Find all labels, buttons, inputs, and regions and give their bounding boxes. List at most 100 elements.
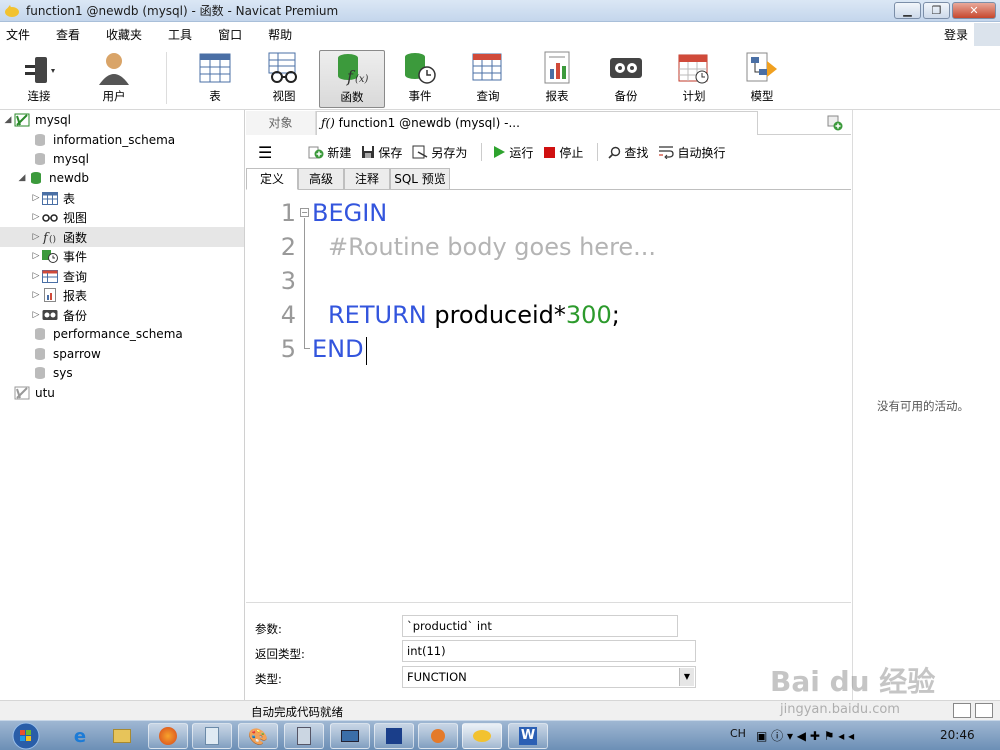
tree-node-mysql-db[interactable]: mysql bbox=[0, 149, 244, 169]
word-wrap-button[interactable]: 自动换行 bbox=[658, 144, 725, 161]
tree-node-backups[interactable]: ▷ 备份 bbox=[0, 305, 244, 325]
save-button[interactable]: 保存 bbox=[361, 144, 402, 161]
fold-marker-icon[interactable]: − bbox=[300, 208, 309, 217]
navigation-tree: ◢ mysql information_schema mysql ◢ newdb… bbox=[0, 110, 245, 700]
layout-split-button[interactable] bbox=[953, 703, 971, 718]
stop-button[interactable]: 停止 bbox=[543, 144, 583, 161]
taskbar-navicat[interactable] bbox=[462, 723, 502, 749]
view-icon bbox=[42, 210, 58, 224]
chevron-down-icon[interactable]: ▼ bbox=[679, 668, 694, 686]
taskbar-calculator[interactable] bbox=[284, 723, 324, 749]
taskbar-app-3[interactable] bbox=[418, 723, 458, 749]
search-icon bbox=[608, 146, 621, 159]
tree-node-performance-schema[interactable]: performance_schema bbox=[0, 324, 244, 344]
toolbar-separator bbox=[597, 143, 599, 161]
toolbar-connect-button[interactable]: 连接 bbox=[6, 50, 72, 108]
tree-node-newdb[interactable]: ◢ newdb bbox=[0, 168, 244, 188]
tab-advanced[interactable]: 高级 bbox=[298, 168, 344, 190]
login-link[interactable]: 登录 bbox=[944, 26, 968, 43]
collapse-arrow-icon[interactable]: ◢ bbox=[16, 173, 28, 183]
save-as-button[interactable]: 另存为 bbox=[412, 144, 467, 161]
menu-help[interactable]: 帮助 bbox=[268, 26, 292, 43]
menu-tools[interactable]: 工具 bbox=[168, 26, 192, 43]
taskbar-app-2[interactable] bbox=[374, 723, 414, 749]
tree-node-sys[interactable]: sys bbox=[0, 363, 244, 383]
expand-arrow-icon[interactable]: ▷ bbox=[30, 251, 42, 261]
ime-indicator[interactable]: CH bbox=[730, 727, 746, 740]
menu-window[interactable]: 窗口 bbox=[218, 26, 242, 43]
tree-node-functions[interactable]: ▷ f() 函数 bbox=[0, 227, 244, 247]
tab-definition[interactable]: 定义 bbox=[246, 168, 298, 190]
code-editor[interactable]: 1 2 3 4 5 − BEGIN #Routine body goes her… bbox=[246, 191, 851, 601]
tab-sql-preview[interactable]: SQL 预览 bbox=[390, 168, 450, 190]
toolbar-view-button[interactable]: 视图 bbox=[251, 50, 317, 108]
return-type-input[interactable]: int(11) bbox=[402, 640, 696, 662]
layout-panel-button[interactable] bbox=[975, 703, 993, 718]
tree-node-information-schema[interactable]: information_schema bbox=[0, 130, 244, 150]
taskbar-ie[interactable]: e bbox=[60, 723, 100, 749]
expand-arrow-icon[interactable]: ▷ bbox=[30, 271, 42, 281]
play-icon bbox=[492, 145, 506, 159]
expand-arrow-icon[interactable]: ▷ bbox=[30, 212, 42, 222]
editor-subtabs: 定义 高级 注释 SQL 预览 bbox=[246, 168, 851, 190]
tab-objects[interactable]: 对象 bbox=[246, 111, 316, 135]
toolbar-model-button[interactable]: 模型 bbox=[729, 50, 795, 108]
toolbar-backup-button[interactable]: 备份 bbox=[593, 50, 659, 108]
tree-node-reports[interactable]: ▷ 报表 bbox=[0, 285, 244, 305]
tab-comment[interactable]: 注释 bbox=[344, 168, 390, 190]
new-button[interactable]: 新建 bbox=[308, 144, 351, 161]
tree-node-sparrow[interactable]: sparrow bbox=[0, 344, 244, 364]
return-type-label: 返回类型: bbox=[255, 647, 305, 661]
backup-icon bbox=[42, 308, 58, 322]
model-icon bbox=[729, 50, 795, 86]
connection-icon bbox=[14, 386, 30, 400]
tree-node-tables[interactable]: ▷ 表 bbox=[0, 188, 244, 208]
taskbar-explorer[interactable] bbox=[102, 723, 142, 749]
fold-guide bbox=[304, 218, 305, 348]
toolbar-function-button[interactable]: f (x) 函数 bbox=[319, 50, 385, 108]
expand-arrow-icon[interactable]: ▷ bbox=[30, 290, 42, 300]
menu-view[interactable]: 查看 bbox=[56, 26, 80, 43]
tree-node-mysql-connection[interactable]: ◢ mysql bbox=[0, 110, 244, 130]
params-input[interactable]: `productid` int bbox=[402, 615, 678, 637]
minimize-button[interactable]: ▁ bbox=[894, 2, 921, 19]
tree-node-events[interactable]: ▷ 事件 bbox=[0, 246, 244, 266]
taskbar-paint[interactable]: 🎨 bbox=[238, 723, 278, 749]
toolbar-event-button[interactable]: 事件 bbox=[387, 50, 453, 108]
database-icon bbox=[32, 347, 48, 361]
toolbar-report-button[interactable]: 报表 bbox=[524, 50, 590, 108]
menu-file[interactable]: 文件 bbox=[6, 26, 30, 43]
toolbar-user-button[interactable]: 用户 bbox=[81, 50, 147, 108]
system-clock[interactable]: 20:46 bbox=[940, 728, 975, 742]
expand-arrow-icon[interactable]: ▷ bbox=[30, 193, 42, 203]
menu-favorites[interactable]: 收藏夹 bbox=[106, 26, 142, 43]
toolbar-query-button[interactable]: 查询 bbox=[455, 50, 521, 108]
schedule-icon bbox=[661, 50, 727, 86]
toolbar-table-button[interactable]: 表 bbox=[182, 50, 248, 108]
collapse-arrow-icon[interactable]: ◢ bbox=[2, 115, 14, 125]
tree-node-views[interactable]: ▷ 视图 bbox=[0, 207, 244, 227]
user-icon bbox=[81, 50, 147, 86]
toolbar-schedule-button[interactable]: 计划 bbox=[661, 50, 727, 108]
blue-app-icon bbox=[386, 728, 402, 744]
tree-node-utu-connection[interactable]: utu bbox=[0, 383, 244, 403]
expand-arrow-icon[interactable]: ▷ bbox=[30, 310, 42, 320]
menu-hamburger-button[interactable]: ☰ bbox=[258, 143, 272, 162]
taskbar-firefox[interactable] bbox=[148, 723, 188, 749]
taskbar-app[interactable] bbox=[330, 723, 370, 749]
expand-arrow-icon[interactable]: ▷ bbox=[30, 232, 42, 242]
close-button[interactable]: ✕ bbox=[952, 2, 996, 19]
type-select[interactable]: FUNCTION ▼ bbox=[402, 666, 696, 688]
find-button[interactable]: 查找 bbox=[608, 144, 648, 161]
tab-function1[interactable]: ƒ() function1 @newdb (mysql) -... bbox=[316, 111, 758, 135]
taskbar-notepad[interactable] bbox=[192, 723, 232, 749]
maximize-button[interactable]: ❐ bbox=[923, 2, 950, 19]
start-button[interactable] bbox=[6, 721, 46, 750]
main-toolbar: 连接 用户 表 视图 f (x) 函数 事件 查询 报表 备份 计划 模型 bbox=[0, 46, 1000, 110]
run-button[interactable]: 运行 bbox=[492, 144, 533, 161]
new-tab-button[interactable] bbox=[820, 112, 850, 134]
function-properties: 参数: `productid` int 返回类型: int(11) 类型: FU… bbox=[246, 602, 851, 700]
taskbar-word[interactable]: W bbox=[508, 723, 548, 749]
tree-node-queries[interactable]: ▷ 查询 bbox=[0, 266, 244, 286]
tray-icons[interactable]: ▣ ⓘ ▾ ◀ ✚ ⚑ ◂ ◂ bbox=[756, 727, 854, 744]
